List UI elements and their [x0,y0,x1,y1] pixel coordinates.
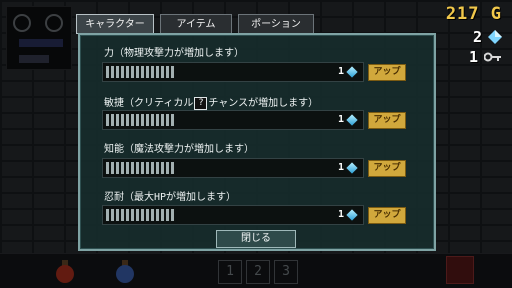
bar-segment [171,209,174,221]
bar-segment [166,162,169,174]
stat-endurance-bar [102,205,364,225]
bar-segment [106,209,109,221]
bar-segment [121,209,124,221]
bar-segment [126,114,129,126]
bar-segment [161,66,164,78]
bar-segment [126,66,129,78]
stat-strength-level: 1 [338,66,345,77]
bar-segment [136,66,139,78]
bar-segment [111,162,114,174]
stat-strength-bar [102,62,364,82]
key-counter: 1 [469,48,502,66]
bar-segment [156,114,159,126]
bar-segment [141,162,144,174]
bar-segment [121,162,124,174]
bar-segment [126,209,129,221]
bar-segment [116,209,119,221]
bar-segment [116,114,119,126]
bar-segment [161,114,164,126]
stat-agility-label: 敏捷（クリティカル? チャンスが増加します） [104,96,319,110]
bar-segment [111,66,114,78]
bar-segment [156,209,159,221]
bar-segment [116,162,119,174]
close-button[interactable]: 閉じる [216,230,296,248]
key-icon [483,50,502,64]
stat-strength-label: 力（物理攻撃力が増加します） [104,48,244,59]
stat-agility-cells [106,114,174,126]
bar-segment [126,162,129,174]
bar-segment [156,162,159,174]
bar-segment [161,209,164,221]
bar-segment [161,162,164,174]
bar-segment [151,162,154,174]
bar-segment [106,162,109,174]
bar-segment [166,209,169,221]
tab-item[interactable]: アイテム [160,14,232,34]
tab-potion[interactable]: ポーション [238,14,314,34]
stat-agility-level: 1 [338,114,345,125]
bar-segment [131,162,134,174]
bar-segment [136,209,139,221]
bar-segment [171,114,174,126]
help-icon[interactable]: ? [194,96,208,110]
bar-segment [121,114,124,126]
stat-intelligence-cells [106,162,174,174]
bar-segment [171,66,174,78]
bar-segment [141,209,144,221]
stat-endurance-level: 1 [338,209,345,220]
bar-segment [106,114,109,126]
bar-segment [106,66,109,78]
bar-segment [151,114,154,126]
bar-segment [151,209,154,221]
bar-segment [131,209,134,221]
stat-intelligence-label: 知能（魔法攻撃力が増加します） [104,144,254,155]
intelligence-up-button[interactable]: アップ [368,160,406,177]
stat-endurance-label: 忍耐（最大HPが増加します） [104,192,237,203]
bar-segment [121,66,124,78]
stat-intelligence-level: 1 [338,162,345,173]
bar-segment [111,114,114,126]
gem-icon [488,30,502,44]
stat-endurance-cells [106,209,174,221]
gold-counter: 217 G [445,4,502,24]
bar-segment [146,209,149,221]
bar-segment [136,114,139,126]
bar-segment [141,66,144,78]
stat-intelligence-bar [102,158,364,178]
bar-segment [131,114,134,126]
bar-segment [111,209,114,221]
bar-segment [166,114,169,126]
bar-segment [166,66,169,78]
bar-segment [151,66,154,78]
key-count: 1 [468,48,478,66]
tab-character[interactable]: キャラクター [76,14,154,34]
endurance-up-button[interactable]: アップ [368,207,406,224]
stat-agility-bar [102,110,364,130]
agility-up-button[interactable]: アップ [368,112,406,129]
bar-segment [146,162,149,174]
bar-segment [141,114,144,126]
strength-up-button[interactable]: アップ [368,64,406,81]
bar-segment [116,66,119,78]
bar-segment [136,162,139,174]
bar-segment [156,66,159,78]
stat-strength-cells [106,66,174,78]
bar-segment [131,66,134,78]
bar-segment [146,66,149,78]
gem-counter: 2 [473,28,502,46]
bar-segment [171,162,174,174]
gem-count: 2 [472,28,482,46]
bar-segment [146,114,149,126]
